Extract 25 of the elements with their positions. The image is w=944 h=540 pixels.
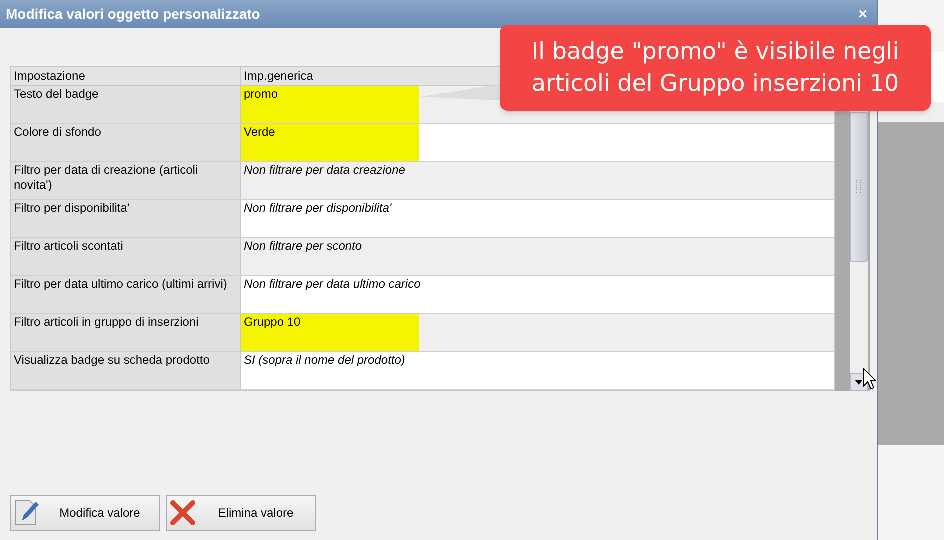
table-cell: Colore di sfondo xyxy=(11,124,241,161)
callout-text: Il badge "promo" è visibile negli articoli del Gruppo inserzioni 10 xyxy=(530,38,900,99)
down-arrow-icon xyxy=(855,380,863,384)
window-title: Modifica valori oggetto personalizzato xyxy=(6,4,260,24)
table-cell[interactable]: Non filtrare per disponibilita' xyxy=(241,200,395,237)
scrollbar-thumb[interactable] xyxy=(850,112,868,262)
table-cell: Filtro per disponibilita' xyxy=(11,200,241,237)
table-cell: Visualizza badge su scheda prodotto xyxy=(11,352,241,389)
table-cell[interactable]: SI (sopra il nome del prodotto) xyxy=(241,352,408,389)
table-cell[interactable]: Gruppo 10 xyxy=(241,314,419,351)
action-button[interactable]: Modifica valore xyxy=(10,495,160,531)
table-cell[interactable]: Verde xyxy=(241,124,419,161)
table-cell[interactable]: promo xyxy=(241,86,419,123)
pencil-note-icon xyxy=(14,499,40,527)
table-cell: Filtro articoli in gruppo di inserzioni xyxy=(11,314,241,351)
table-cell: Filtro articoli scontati xyxy=(11,238,241,275)
table-cell: Filtro per data di creazione (articoli novita') xyxy=(11,162,241,199)
cross-icon xyxy=(170,500,196,526)
action-button[interactable]: Elimina valore xyxy=(166,495,316,531)
table-cell[interactable]: Non filtrare per data ultimo carico xyxy=(241,276,424,313)
column-header: Imp.generica xyxy=(243,68,314,85)
table-cell: Filtro per data ultimo carico (ultimi arrivi) xyxy=(11,276,241,313)
table-cell: Testo del badge xyxy=(11,86,241,123)
mouse-cursor-icon xyxy=(863,368,877,390)
column-header: Impostazione xyxy=(13,68,86,85)
